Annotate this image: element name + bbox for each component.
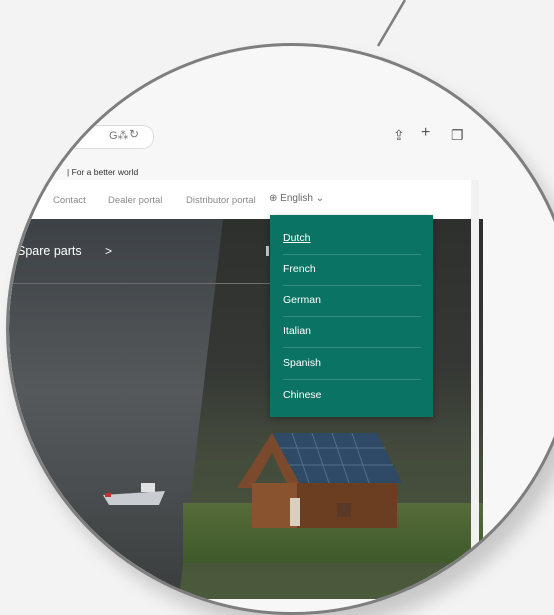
share-icon[interactable]: ⇪ — [393, 127, 405, 144]
tab-title[interactable]: | For a better world — [67, 167, 138, 177]
nav-contact-link[interactable]: Contact — [53, 195, 86, 206]
page-scrollbar[interactable] — [471, 180, 479, 580]
language-option-italian[interactable]: Italian — [283, 316, 421, 348]
chevron-down-icon: ⌄ — [315, 193, 325, 204]
hero-marker — [266, 246, 269, 256]
language-option-dutch[interactable]: Dutch — [283, 223, 421, 255]
nav-distributor-portal-link[interactable]: Distributor portal — [186, 195, 256, 206]
spare-parts-link[interactable]: Spare parts — [17, 244, 82, 258]
chevron-right-icon: > — [105, 244, 113, 258]
new-tab-icon[interactable]: + — [421, 124, 430, 142]
barn-image — [237, 432, 402, 528]
ship-image — [103, 483, 165, 505]
language-option-chinese[interactable]: Chinese — [283, 380, 421, 411]
language-label: English — [280, 193, 313, 204]
zoom-lens: G⁂ ↻ ⇪ + ❐ | For a better world Contact … — [6, 43, 554, 615]
language-option-french[interactable]: French — [283, 254, 421, 286]
language-option-spanish[interactable]: Spanish — [283, 348, 421, 380]
nav-dealer-portal-link[interactable]: Dealer portal — [108, 195, 162, 206]
globe-icon: ⊕ — [269, 193, 278, 204]
reload-icon[interactable]: ↻ — [129, 127, 139, 141]
language-option-german[interactable]: German — [283, 285, 421, 317]
translate-icon[interactable]: G⁂ — [109, 129, 129, 142]
language-dropdown: Dutch French German Italian Spanish Chin… — [270, 215, 433, 417]
hero-divider — [9, 283, 303, 284]
language-selector[interactable]: ⊕ English ⌄ — [269, 193, 324, 204]
tabs-icon[interactable]: ❐ — [451, 127, 464, 144]
